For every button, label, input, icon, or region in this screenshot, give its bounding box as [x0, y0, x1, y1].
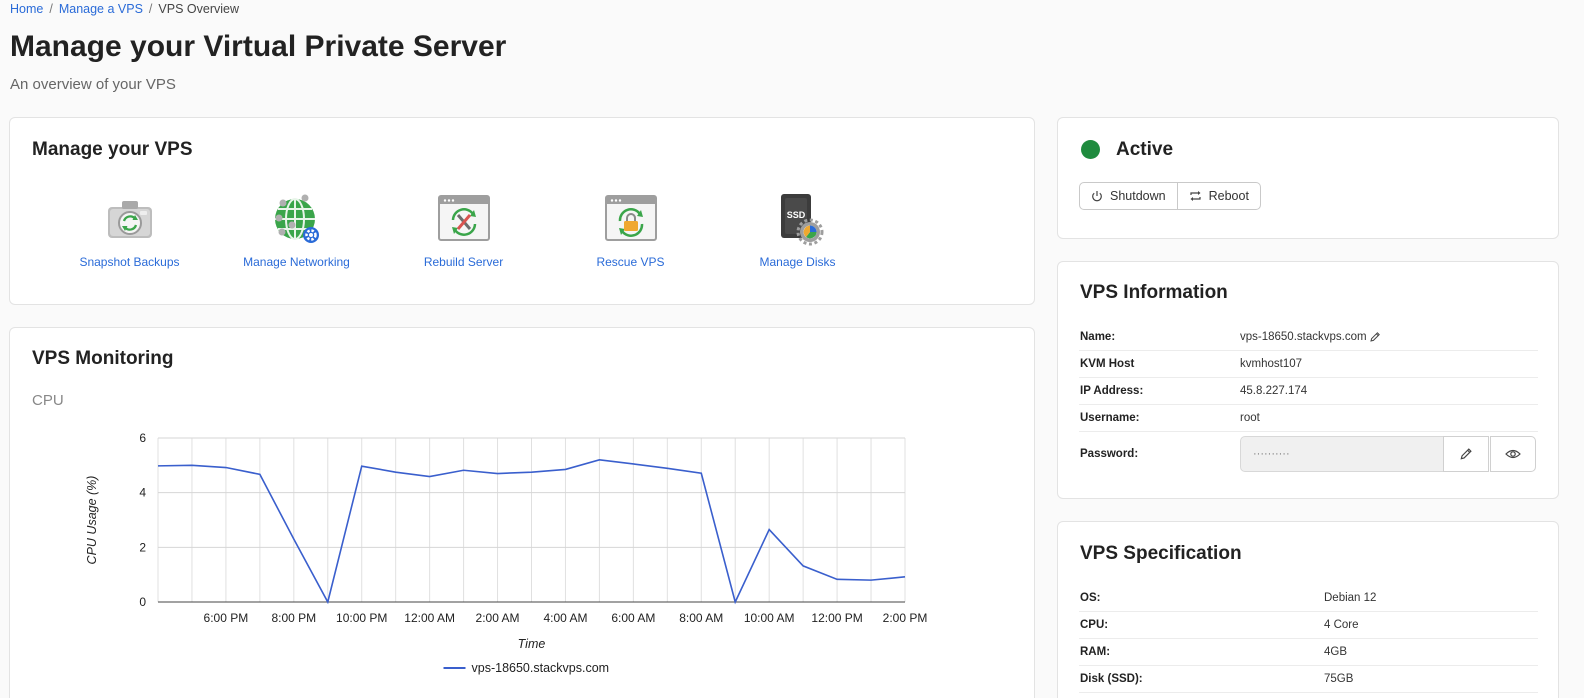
manage-vps-card: Manage your VPS Snapshot Backups Manage …	[9, 117, 1035, 305]
spec-row-disk: Disk (SSD): 75GB	[1079, 666, 1538, 693]
rescue-lock-icon	[604, 195, 657, 241]
spec-key: CPU:	[1080, 619, 1109, 631]
x-tick-label: 2:00 AM	[476, 611, 520, 625]
password-field[interactable]: ··········	[1240, 436, 1444, 472]
status-indicator-dot	[1081, 140, 1100, 159]
legend-label: vps-18650.stackvps.com	[472, 661, 610, 675]
y-tick-label: 0	[139, 595, 146, 609]
manage-networking-label: Manage Networking	[243, 255, 350, 269]
vps-specification-title: VPS Specification	[1080, 543, 1242, 564]
kvm-host-value: kvmhost107	[1240, 358, 1303, 370]
spec-row-os: OS: Debian 12	[1079, 585, 1538, 612]
eye-icon	[1505, 449, 1521, 459]
spec-row-cpu: CPU: 4 Core	[1079, 612, 1538, 639]
os-value: Debian 12	[1324, 592, 1377, 604]
cpu-value: 4 Core	[1324, 619, 1359, 631]
info-row-username: Username: root	[1079, 405, 1538, 432]
globe-network-icon	[274, 194, 319, 243]
x-tick-label: 6:00 AM	[611, 611, 655, 625]
camera-icon	[107, 201, 152, 238]
manage-vps-title: Manage your VPS	[32, 139, 193, 160]
y-tick-label: 4	[139, 486, 146, 500]
page-subtitle: An overview of your VPS	[10, 76, 176, 93]
manage-networking-tile[interactable]: Manage Networking	[213, 192, 380, 269]
reboot-label: Reboot	[1208, 189, 1249, 203]
vps-information-title: VPS Information	[1080, 282, 1228, 303]
cpu-chart-label: CPU	[32, 392, 64, 409]
shutdown-label: Shutdown	[1110, 189, 1166, 203]
shutdown-button[interactable]: Shutdown	[1079, 182, 1178, 210]
ssd-label: SSD	[786, 210, 805, 220]
x-tick-label: 2:00 PM	[883, 611, 928, 625]
cpu-usage-chart: 0 2 4 6 6:00 PM 8:00 PM 10:00 PM 12:00 AM 2:00 A…	[85, 431, 928, 675]
reboot-icon	[1190, 191, 1201, 201]
power-button-group: Shutdown Reboot	[1079, 182, 1261, 210]
info-row-kvm-host: KVM Host kvmhost107	[1079, 351, 1538, 378]
vps-specification-card: VPS Specification OS: Debian 12 CPU: 4 C…	[1057, 521, 1559, 698]
manage-disks-tile[interactable]: SSD Manage Disks	[714, 192, 881, 269]
edit-name-pencil-icon[interactable]	[1369, 331, 1381, 343]
rescue-vps-label: Rescue VPS	[596, 255, 665, 269]
spec-key: Disk (SSD):	[1080, 673, 1143, 685]
x-tick-label: 10:00 AM	[744, 611, 795, 625]
x-tick-label: 8:00 PM	[271, 611, 316, 625]
disk-value: 75GB	[1324, 673, 1354, 685]
spec-key: RAM:	[1080, 646, 1111, 658]
info-row-password: Password: ··········	[1079, 436, 1538, 473]
breadcrumb: Home / Manage a VPS / VPS Overview	[10, 2, 239, 16]
pencil-icon	[1460, 448, 1472, 460]
username-value: root	[1240, 412, 1260, 424]
ssd-disk-icon: SSD	[780, 194, 823, 246]
reboot-button[interactable]: Reboot	[1177, 182, 1261, 210]
vps-status-card: Active Shutdown Reboot	[1057, 117, 1559, 239]
snapshot-backups-label: Snapshot Backups	[79, 255, 180, 269]
rebuild-server-label: Rebuild Server	[423, 255, 504, 269]
x-tick-label: 8:00 AM	[679, 611, 723, 625]
vps-monitoring-title: VPS Monitoring	[32, 348, 174, 369]
page-title: Manage your Virtual Private Server	[10, 30, 507, 63]
y-tick-label: 2	[139, 540, 146, 554]
spec-key: OS:	[1080, 592, 1101, 604]
x-tick-label: 6:00 PM	[204, 611, 249, 625]
info-key: Username:	[1080, 412, 1140, 424]
breadcrumb-separator: /	[148, 2, 153, 16]
manage-tiles: Snapshot Backups Manage Networking Rebui…	[46, 192, 881, 269]
edit-password-button[interactable]	[1443, 436, 1489, 472]
x-axis-title: Time	[518, 637, 546, 651]
breadcrumb-current: VPS Overview	[158, 2, 239, 16]
x-tick-label: 12:00 AM	[404, 611, 455, 625]
breadcrumb-separator: /	[49, 2, 53, 16]
y-axis-title: CPU Usage (%)	[85, 476, 99, 565]
info-value-wrap: vps-18650.stackvps.com	[1240, 331, 1381, 343]
spec-row-ram: RAM: 4GB	[1079, 639, 1538, 666]
x-tick-label: 10:00 PM	[336, 611, 387, 625]
x-tick-label: 4:00 AM	[543, 611, 587, 625]
x-tick-label: 12:00 PM	[811, 611, 862, 625]
rebuild-tools-icon	[437, 195, 490, 241]
vps-information-card: VPS Information Name: vps-18650.stackvps…	[1057, 261, 1559, 499]
show-password-button[interactable]	[1490, 436, 1536, 472]
info-row-ip: IP Address: 45.8.227.174	[1079, 378, 1538, 405]
ip-address-value: 45.8.227.174	[1240, 385, 1308, 397]
breadcrumb-home-link[interactable]: Home	[10, 2, 43, 16]
vps-hostname-value: vps-18650.stackvps.com	[1240, 331, 1367, 343]
rebuild-server-tile[interactable]: Rebuild Server	[380, 192, 547, 269]
y-tick-label: 6	[139, 431, 146, 445]
info-key: IP Address:	[1080, 385, 1144, 397]
info-key: Password:	[1080, 448, 1139, 460]
power-icon	[1092, 191, 1102, 202]
snapshot-backups-tile[interactable]: Snapshot Backups	[46, 192, 213, 269]
ram-value: 4GB	[1324, 646, 1348, 658]
info-key: Name:	[1080, 331, 1116, 343]
vps-monitoring-card: VPS Monitoring CPU 0 2 4 6 6:00 PM 8:00 PM 10:…	[9, 327, 1035, 698]
info-key: KVM Host	[1080, 358, 1135, 370]
status-text: Active	[1116, 139, 1174, 160]
manage-disks-label: Manage Disks	[759, 255, 836, 269]
rescue-vps-tile[interactable]: Rescue VPS	[547, 192, 714, 269]
breadcrumb-manage-link[interactable]: Manage a VPS	[59, 2, 143, 16]
info-row-name: Name: vps-18650.stackvps.com	[1079, 324, 1538, 351]
